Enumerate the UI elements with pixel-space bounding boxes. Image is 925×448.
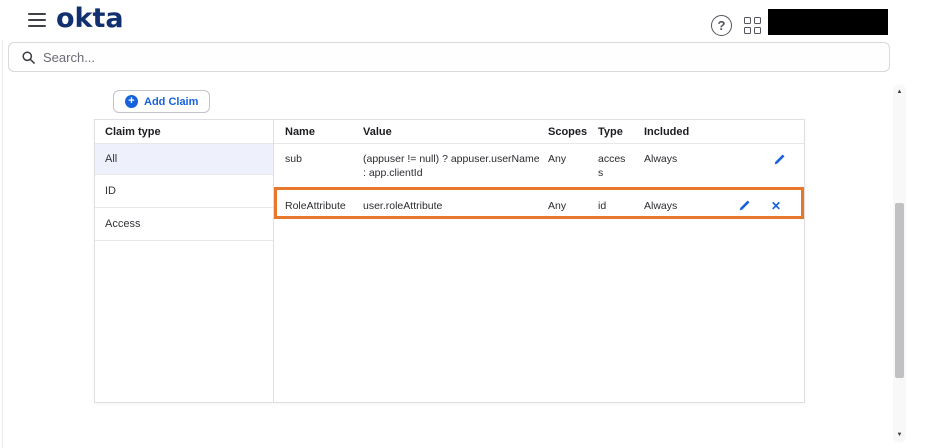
scroll-up-icon[interactable]: ▲ <box>893 88 906 96</box>
claim-type-label: All <box>105 153 118 165</box>
claims-table-header: Name Value Scopes Type Included <box>274 120 804 144</box>
column-name: Name <box>285 126 315 138</box>
claim-type-item-access[interactable]: Access <box>95 208 273 241</box>
cell-name: sub <box>285 153 302 165</box>
cell-type: id <box>598 199 607 212</box>
edit-claim-icon[interactable] <box>772 152 786 166</box>
global-search-bar[interactable] <box>8 42 890 72</box>
table-row-sub: sub (appuser != null) ? appuser.userName… <box>274 144 804 188</box>
search-input[interactable] <box>43 49 743 65</box>
top-bar: okta ? <box>0 0 925 40</box>
column-value: Value <box>363 126 392 138</box>
add-claim-label: Add Claim <box>144 95 199 108</box>
column-scopes: Scopes <box>548 126 588 138</box>
claim-type-label: ID <box>105 185 116 197</box>
help-icon[interactable]: ? <box>711 15 732 36</box>
plus-icon: + <box>125 95 138 108</box>
claims-list-panel: Name Value Scopes Type Included sub (app… <box>274 120 804 402</box>
claim-type-header: Claim type <box>95 120 273 144</box>
column-included: Included <box>644 126 690 138</box>
cell-included: Always <box>644 153 678 165</box>
vertical-scrollbar[interactable]: ▲ ▼ <box>893 84 906 443</box>
cell-scopes: Any <box>548 153 567 165</box>
delete-claim-icon[interactable]: ✕ <box>769 199 783 213</box>
menu-icon[interactable] <box>28 13 46 27</box>
claim-type-panel: Claim type All ID Access <box>95 120 274 402</box>
cell-name: RoleAttribute <box>285 199 346 212</box>
table-row-roleattribute-highlighted[interactable]: RoleAttribute user.roleAttribute Any id … <box>274 187 804 219</box>
cell-included: Always <box>644 199 678 212</box>
redacted-account-block <box>768 9 888 35</box>
cell-value: (appuser != null) ? appuser.userName : a… <box>363 153 540 179</box>
scroll-down-icon[interactable]: ▼ <box>893 431 906 439</box>
cell-value: user.roleAttribute <box>363 199 443 212</box>
panel-left-edge <box>2 40 3 448</box>
claim-type-label: Access <box>105 218 141 230</box>
search-icon <box>22 50 35 64</box>
cell-scopes: Any <box>548 199 567 212</box>
claims-table: Claim type All ID Access Name Value Scop… <box>94 119 805 403</box>
claim-type-item-all[interactable]: All <box>95 144 273 175</box>
scrollbar-thumb[interactable] <box>895 203 904 378</box>
add-claim-button[interactable]: + Add Claim <box>113 90 211 113</box>
claim-type-item-id[interactable]: ID <box>95 175 273 208</box>
okta-logo[interactable]: okta <box>56 3 124 34</box>
edit-claim-icon[interactable] <box>737 199 751 213</box>
column-type: Type <box>598 126 623 138</box>
cell-type: access <box>598 153 626 179</box>
apps-grid-icon[interactable] <box>744 17 762 35</box>
